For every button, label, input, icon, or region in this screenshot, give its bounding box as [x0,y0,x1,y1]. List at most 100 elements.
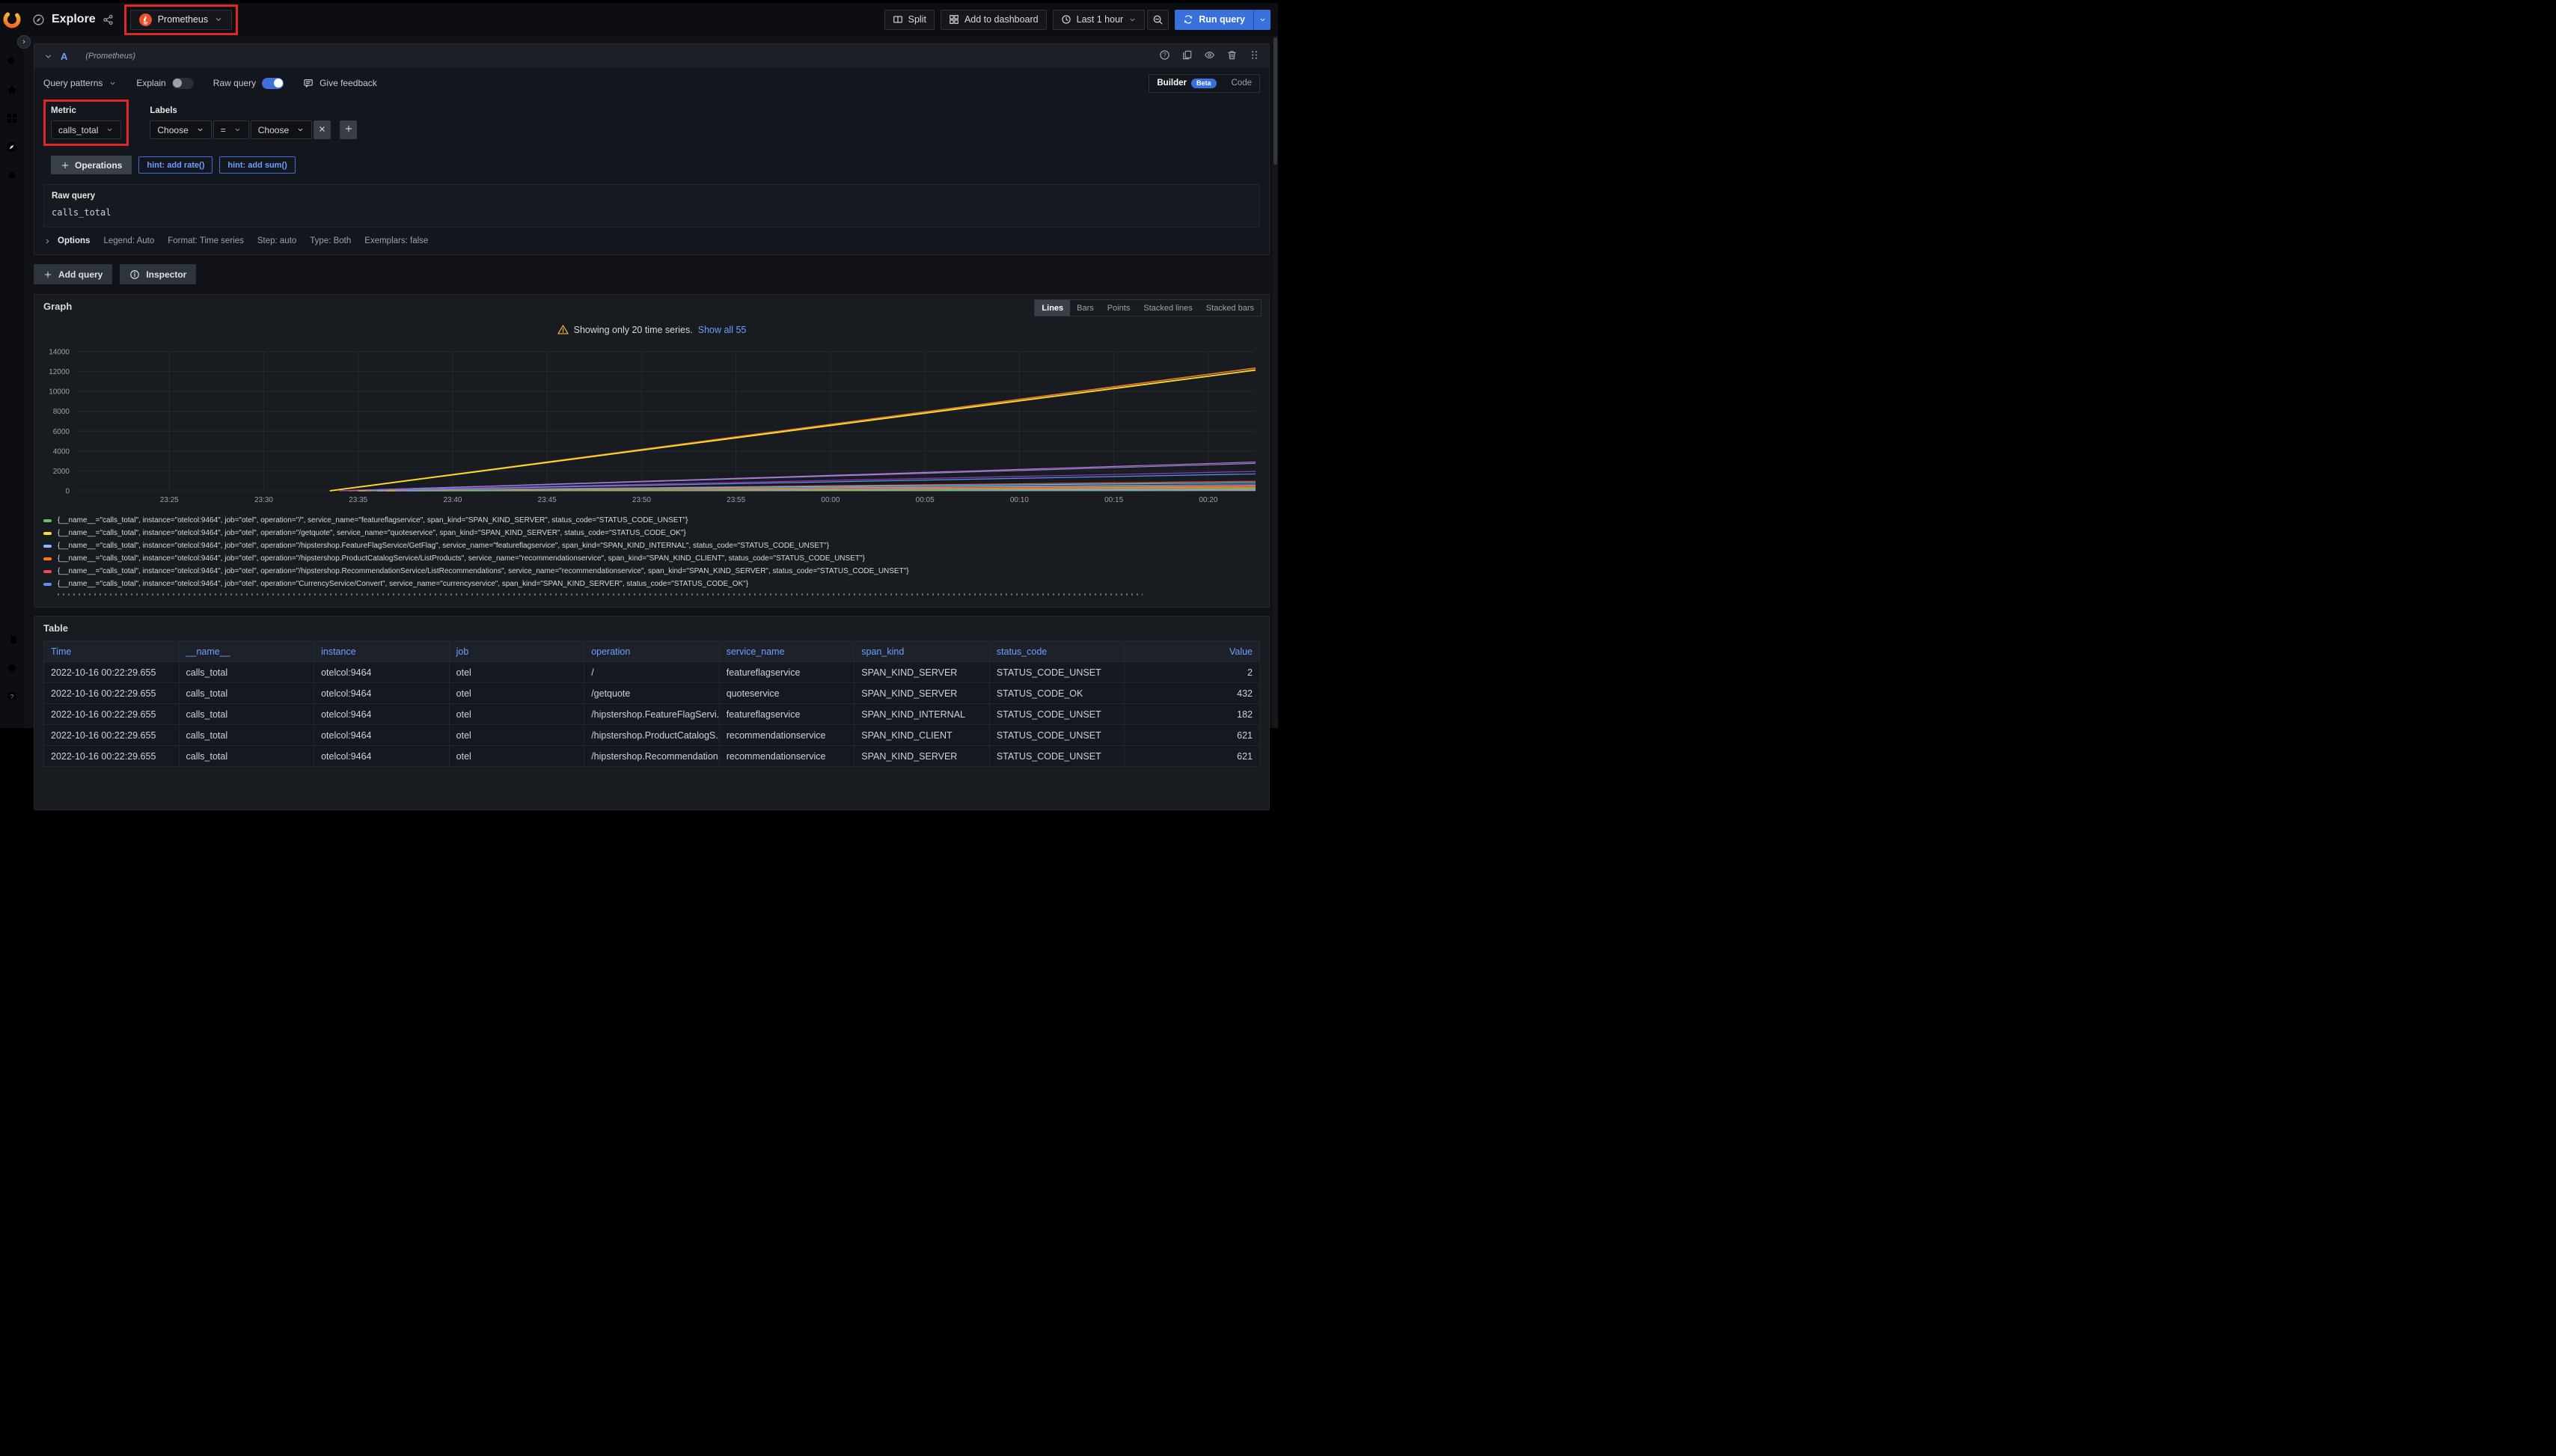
hide-query-eye-icon[interactable] [1204,49,1215,63]
split-icon [893,14,903,25]
metric-select[interactable]: calls_total [51,120,121,139]
datasource-picker[interactable]: Prometheus [130,10,232,30]
graph-mode-stacked-bars[interactable]: Stacked bars [1199,300,1261,316]
chevron-down-icon [214,15,223,24]
table-cell: 2 [1125,662,1260,683]
table-cell: 621 [1125,746,1260,767]
explore-nav-icon[interactable] [5,141,18,156]
label-operator-select[interactable]: = [213,120,249,139]
builder-mode-tab[interactable]: Builder Beta [1149,75,1223,92]
query-hint-0[interactable]: hint: add rate() [138,156,213,174]
dashboards-icon[interactable] [6,112,18,126]
sign-in-icon[interactable] [6,634,18,648]
duplicate-query-icon[interactable] [1181,49,1193,63]
column-header-span-kind[interactable]: span_kind [854,641,990,662]
scrollbar-thumb[interactable] [1274,37,1277,165]
explore-content: A (Prometheus) ? Query patterns Explain [23,36,1274,728]
column-header-time[interactable]: Time [44,641,180,662]
run-query-split-button: Run query [1175,10,1271,30]
graph-mode-stacked-lines[interactable]: Stacked lines [1137,300,1199,316]
query-options-row[interactable]: Options Legend: AutoFormat: Time seriesS… [43,229,1260,253]
code-mode-tab[interactable]: Code [1224,75,1260,92]
graph-mode-bars[interactable]: Bars [1070,300,1101,316]
column-header-instance[interactable]: instance [314,641,450,662]
legend-item-3[interactable]: {__name__="calls_total", instance="otelc… [43,552,1260,565]
column-header-operation[interactable]: operation [584,641,720,662]
table-cell: calls_total [179,746,314,767]
chevron-down-icon [1128,16,1137,24]
query-help-icon[interactable]: ? [1159,49,1170,63]
graph-mode-lines[interactable]: Lines [1035,300,1070,316]
legend-swatch [43,545,52,548]
remove-query-trash-icon[interactable] [1226,49,1238,63]
raw-query-toggle[interactable] [262,78,284,89]
zoom-out-button[interactable] [1147,10,1169,30]
svg-text:?: ? [10,693,13,700]
legend-item-5[interactable]: {__name__="calls_total", instance="otelc… [43,578,1260,590]
add-operation-button[interactable]: Operations [51,156,132,174]
svg-text:12000: 12000 [49,368,70,376]
column-header-job[interactable]: job [449,641,584,662]
table-cell: SPAN_KIND_CLIENT [854,725,990,746]
inspector-button[interactable]: Inspector [120,264,196,284]
raw-query-text: calls_total [52,207,1252,218]
legend-swatch [43,519,52,522]
legend-item-1[interactable]: {__name__="calls_total", instance="otelc… [43,527,1260,539]
query-datasource-label: (Prometheus) [85,52,135,61]
column-header--name-[interactable]: __name__ [179,641,314,662]
add-label-filter-button[interactable] [340,120,357,139]
share-icon[interactable] [103,14,114,25]
option-summary-4: Exemplars: false [364,236,428,245]
table-cell: otel [449,746,584,767]
grafana-logo-icon[interactable] [3,10,21,28]
legend-item-0[interactable]: {__name__="calls_total", instance="otelc… [43,514,1260,527]
sidebar-expand-button[interactable]: › [17,35,31,49]
table-cell: featureflagservice [719,662,854,683]
query-row-header[interactable]: A (Prometheus) ? [34,44,1269,68]
explain-toggle[interactable] [172,78,194,89]
column-header-service-name[interactable]: service_name [719,641,854,662]
add-to-dashboard-button[interactable]: Add to dashboard [941,10,1047,30]
legend-item-2[interactable]: {__name__="calls_total", instance="otelc… [43,539,1260,552]
chevron-down-icon [106,126,114,134]
option-summary-0: Legend: Auto [103,236,154,245]
starred-icon[interactable] [6,84,18,98]
query-hint-1[interactable]: hint: add sum() [219,156,295,174]
search-icon[interactable] [6,55,18,70]
sync-icon [1183,14,1193,25]
table-cell: 2022-10-16 00:22:29.655 [44,704,180,725]
settings-gear-icon[interactable] [6,662,18,676]
split-button[interactable]: Split [884,10,935,30]
graph-mode-points[interactable]: Points [1101,300,1137,316]
column-header-value[interactable]: Value [1125,641,1260,662]
label-key-select[interactable]: Choose [150,120,211,139]
help-icon[interactable]: ? [6,691,18,705]
give-feedback-button[interactable]: Give feedback [303,78,377,88]
run-query-button[interactable]: Run query [1175,10,1253,30]
table-cell: STATUS_CODE_UNSET [989,725,1125,746]
svg-text:10000: 10000 [49,388,70,397]
page-title: Explore [52,13,96,26]
run-query-options-caret[interactable] [1253,10,1271,30]
column-header-status-code[interactable]: status_code [989,641,1125,662]
query-patterns-dropdown[interactable]: Query patterns [43,78,117,88]
time-range-picker[interactable]: Last 1 hour [1053,10,1146,30]
add-query-button[interactable]: Add query [34,264,112,284]
show-all-series-link[interactable]: Show all 55 [698,325,747,335]
collapse-chevron-icon[interactable] [43,52,53,61]
label-value-select[interactable]: Choose [251,120,312,139]
drag-handle-icon[interactable] [1249,49,1260,63]
remove-label-filter-button[interactable] [314,120,331,139]
apps-grid-icon [949,14,959,25]
table-panel: Table Time__name__instancejoboperationse… [34,616,1270,810]
alerting-bell-icon[interactable] [6,170,18,184]
time-series-chart[interactable]: 0200040006000800010000120001400023:2523:… [43,347,1260,508]
table-cell: otel [449,704,584,725]
legend-item-4[interactable]: {__name__="calls_total", instance="otelc… [43,565,1260,578]
page-scrollbar[interactable] [1273,36,1278,728]
query-ref-id: A [61,51,67,62]
labels-label: Labels [150,106,357,115]
table-cell: calls_total [179,662,314,683]
svg-text:23:40: 23:40 [443,496,462,504]
raw-query-toggle-group: Raw query [213,78,284,89]
